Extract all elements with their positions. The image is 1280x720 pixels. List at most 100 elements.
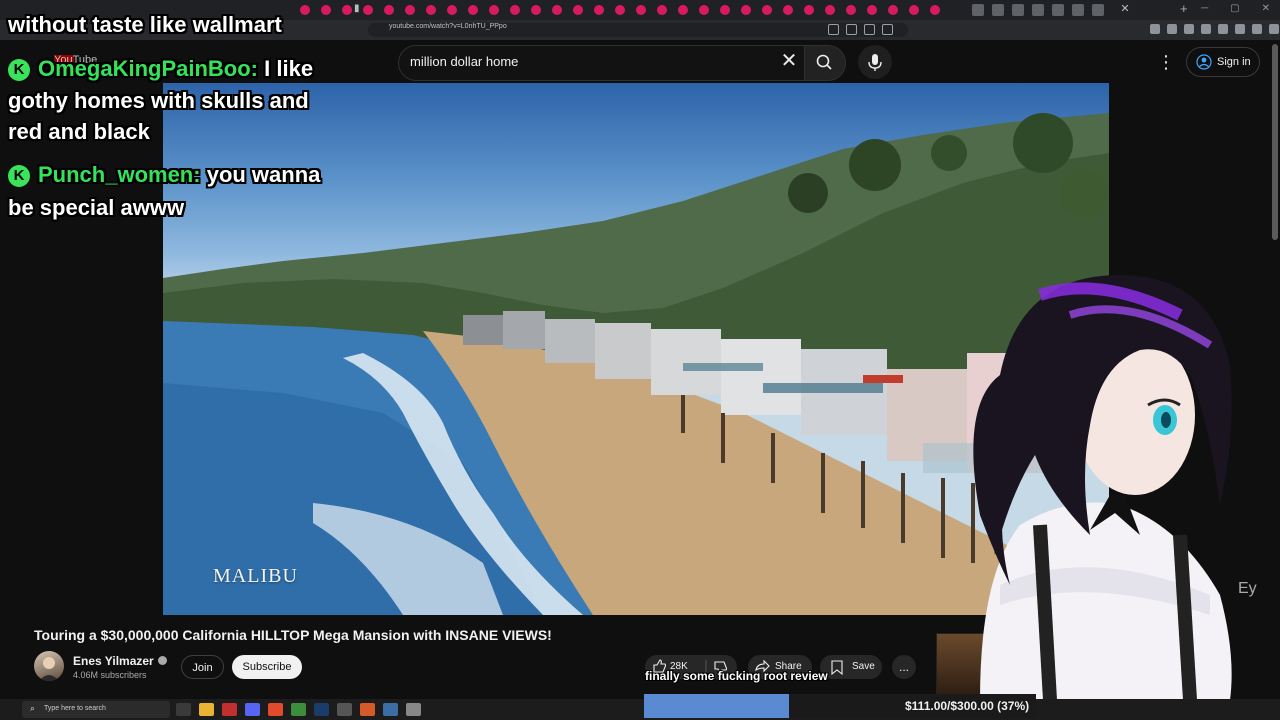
menu-icon[interactable]: [1269, 24, 1279, 34]
tab-favicon[interactable]: [825, 5, 835, 15]
other-tabs[interactable]: [972, 4, 1104, 16]
video-title: Touring a $30,000,000 California HILLTOP…: [34, 627, 552, 643]
pinned-tabs[interactable]: [300, 5, 940, 15]
browser-icon[interactable]: [268, 703, 283, 716]
extension-icon[interactable]: [882, 24, 893, 35]
steam-icon[interactable]: [314, 703, 329, 716]
minimize-icon[interactable]: ─: [1201, 3, 1208, 14]
close-tab-icon[interactable]: ✕: [1118, 2, 1132, 16]
tab-favicon[interactable]: [384, 5, 394, 15]
save-label: Save: [852, 661, 875, 672]
chat-text-line: gothy homes with skulls and: [8, 88, 309, 113]
tab-favicon[interactable]: [678, 5, 688, 15]
settings-menu-icon[interactable]: ⋮: [1156, 48, 1176, 76]
page-scrollbar[interactable]: [1272, 44, 1278, 240]
tab-favicon[interactable]: [804, 5, 814, 15]
tab-favicon[interactable]: [405, 5, 415, 15]
extension-icon[interactable]: [1150, 24, 1160, 34]
tab-favicon[interactable]: [510, 5, 520, 15]
settings-icon[interactable]: [1252, 24, 1262, 34]
app-icon[interactable]: [291, 703, 306, 716]
tab-favicon[interactable]: [972, 4, 984, 16]
vtuber-avatar: [973, 275, 1232, 700]
tab-favicon[interactable]: [762, 5, 772, 15]
app-icon[interactable]: [337, 703, 352, 716]
chat-line-partial: without taste like wallmart: [8, 12, 282, 37]
tab-favicon[interactable]: [930, 5, 940, 15]
tab-favicon[interactable]: [636, 5, 646, 15]
tab-favicon[interactable]: [321, 5, 331, 15]
search-icon: ⌕: [30, 703, 36, 713]
brave-icon[interactable]: [360, 703, 375, 716]
sign-in-button[interactable]: Sign in: [1186, 47, 1260, 77]
kick-badge-icon: K: [8, 59, 30, 81]
app-icon[interactable]: [383, 703, 398, 716]
microphone-icon: [868, 54, 882, 71]
search-button[interactable]: [804, 45, 846, 81]
tab-favicon[interactable]: [657, 5, 667, 15]
tab-favicon[interactable]: [1052, 4, 1064, 16]
donation-goal-fill: [644, 694, 790, 718]
extension-icon[interactable]: [1184, 24, 1194, 34]
channel-avatar[interactable]: [34, 651, 64, 681]
tab-favicon[interactable]: [909, 5, 919, 15]
chat-message: K OmegaKingPainBoo: I like: [8, 56, 313, 82]
tab-favicon[interactable]: [447, 5, 457, 15]
channel-name[interactable]: Enes Yilmazer: [73, 654, 167, 668]
profile-icon[interactable]: [1235, 24, 1245, 34]
avatar-image: [39, 657, 59, 681]
tab-favicon[interactable]: [699, 5, 709, 15]
search-query[interactable]: million dollar home: [410, 54, 518, 69]
tab-favicon[interactable]: [867, 5, 877, 15]
subscribe-button[interactable]: Subscribe: [232, 655, 302, 679]
tab-favicon[interactable]: [1072, 4, 1084, 16]
tab-favicon[interactable]: [426, 5, 436, 15]
tab-favicon[interactable]: [888, 5, 898, 15]
tab-favicon[interactable]: [1092, 4, 1104, 16]
app-icon[interactable]: [222, 703, 237, 716]
file-explorer-icon[interactable]: [199, 703, 214, 716]
tab-favicon[interactable]: [300, 5, 310, 15]
tab-favicon[interactable]: [615, 5, 625, 15]
tab-favicon[interactable]: [489, 5, 499, 15]
close-window-icon[interactable]: ✕: [1262, 3, 1270, 14]
app-icon[interactable]: [406, 703, 421, 716]
tab-favicon[interactable]: [363, 5, 373, 15]
extension-icon[interactable]: [1167, 24, 1177, 34]
discord-icon[interactable]: [245, 703, 260, 716]
tab-favicon[interactable]: [468, 5, 478, 15]
taskbar-search-placeholder: Type here to search: [44, 705, 106, 712]
tab-favicon[interactable]: [783, 5, 793, 15]
maximize-icon[interactable]: ▢: [1230, 3, 1239, 14]
tab-favicon[interactable]: [741, 5, 751, 15]
extension-icon[interactable]: [1201, 24, 1211, 34]
more-actions-button[interactable]: ...: [892, 655, 916, 679]
channel-name-text[interactable]: Enes Yilmazer: [73, 654, 154, 668]
sign-in-label: Sign in: [1217, 56, 1251, 68]
address-url[interactable]: youtube.com/watch?v=L0nhTU_PPpo: [389, 23, 507, 30]
cast-icon[interactable]: [828, 24, 839, 35]
search-icon: [816, 54, 832, 70]
join-button[interactable]: Join: [181, 655, 224, 679]
window-controls: ─ ▢ ✕: [1201, 3, 1270, 14]
tab-favicon[interactable]: [992, 4, 1004, 16]
voice-search-button[interactable]: [858, 45, 892, 79]
clear-search-icon[interactable]: ✕: [778, 48, 800, 74]
tab-favicon[interactable]: [846, 5, 856, 15]
task-view-icon[interactable]: [176, 703, 191, 716]
tab-favicon[interactable]: [342, 5, 352, 15]
tab-favicon[interactable]: [594, 5, 604, 15]
tab-favicon[interactable]: [531, 5, 541, 15]
tab-favicon[interactable]: [1032, 4, 1044, 16]
tab-favicon[interactable]: [573, 5, 583, 15]
new-tab-icon[interactable]: +: [1180, 1, 1188, 16]
bookmark-icon[interactable]: ▮: [354, 3, 360, 14]
share-page-icon[interactable]: [864, 24, 875, 35]
taskbar-apps: [176, 703, 421, 716]
zoom-icon[interactable]: [846, 24, 857, 35]
tab-favicon[interactable]: [720, 5, 730, 15]
sidebar-icon[interactable]: [1218, 24, 1228, 34]
tab-favicon[interactable]: [552, 5, 562, 15]
chat-text: I like: [264, 56, 314, 81]
tab-favicon[interactable]: [1012, 4, 1024, 16]
